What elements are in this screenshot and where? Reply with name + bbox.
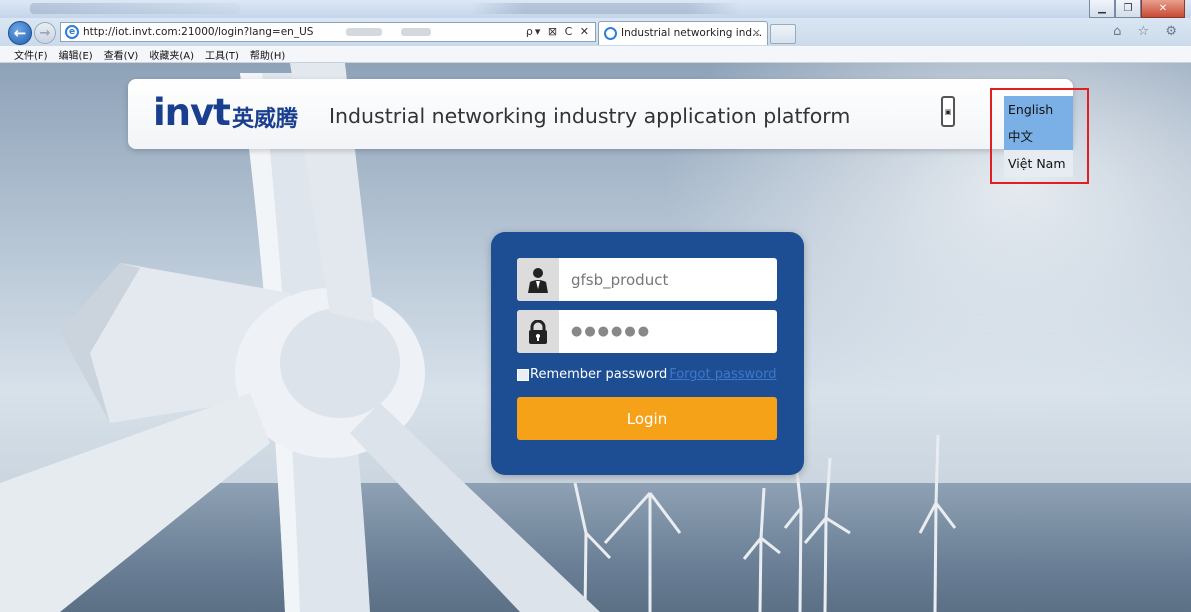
username-value[interactable]: gfsb_product — [571, 271, 668, 289]
header-banner: invt 英威腾 Industrial networking industry … — [128, 79, 1073, 149]
maximize-button[interactable]: ❐ — [1115, 0, 1141, 18]
minimize-button[interactable]: ▁ — [1089, 0, 1115, 18]
redacted-text — [346, 28, 382, 36]
invt-logo-chinese: 英威腾 — [232, 107, 299, 132]
password-field[interactable]: ●●●●●● — [517, 310, 777, 353]
tab-close-icon[interactable]: × — [752, 26, 761, 39]
menu-bar: 文件(F) 编辑(E) 查看(V) 收藏夹(A) 工具(T) 帮助(H) — [0, 46, 1191, 63]
close-window-button[interactable]: ✕ — [1141, 0, 1185, 18]
new-tab-button[interactable] — [770, 24, 796, 44]
remember-checkbox[interactable] — [517, 368, 529, 381]
tab-login[interactable]: Industrial networking ind... × — [598, 21, 768, 45]
login-page: invt 英威腾 Industrial networking industry … — [0, 63, 1191, 612]
menu-tools[interactable]: 工具(T) — [205, 47, 239, 62]
user-icon — [517, 258, 559, 301]
mobile-app-qr-icon[interactable]: ▣ — [941, 96, 955, 127]
forgot-password-link[interactable]: Forgot password — [669, 367, 776, 382]
remember-label[interactable]: Remember password — [530, 367, 667, 382]
ie-page-icon: e — [65, 25, 79, 39]
menu-favorites[interactable]: 收藏夹(A) — [149, 47, 194, 62]
address-tools[interactable]: ρ▾ ⊠ C ✕ — [526, 25, 591, 38]
navigation-bar: ← → e http://iot.invt.com:21000/login?la… — [0, 18, 1191, 46]
address-url[interactable]: http://iot.invt.com:21000/login?lang=en_… — [83, 26, 313, 38]
language-menu: English 中文 Việt Nam — [1004, 96, 1073, 177]
menu-file[interactable]: 文件(F) — [14, 47, 48, 62]
lang-vietnamese[interactable]: Việt Nam — [1004, 150, 1073, 177]
lang-english[interactable]: English — [1004, 96, 1073, 123]
menu-edit[interactable]: 编辑(E) — [59, 47, 93, 62]
window-titlebar: ▁ ❐ ✕ — [0, 0, 1191, 18]
menu-view[interactable]: 查看(V) — [104, 47, 139, 62]
home-favorites-settings-icons[interactable]: ⌂ ☆ ⚙ — [1113, 24, 1183, 39]
back-button[interactable]: ← — [8, 21, 32, 45]
platform-title: Industrial networking industry applicati… — [329, 104, 851, 128]
password-value[interactable]: ●●●●●● — [571, 324, 651, 339]
menu-help[interactable]: 帮助(H) — [250, 47, 285, 62]
forward-button[interactable]: → — [34, 22, 56, 44]
username-field[interactable]: gfsb_product — [517, 258, 777, 301]
tab-title: Industrial networking ind... — [621, 27, 763, 39]
lang-chinese[interactable]: 中文 — [1004, 123, 1073, 150]
login-panel: gfsb_product ●●●●●● Remember password Fo… — [491, 232, 804, 475]
lock-icon — [517, 310, 559, 353]
remember-row: Remember password Forgot password — [517, 367, 776, 382]
invt-logo: invt — [153, 91, 231, 134]
redacted-text — [401, 28, 431, 36]
forward-arrow-icon: → — [39, 25, 51, 41]
address-bar[interactable]: e http://iot.invt.com:21000/login?lang=e… — [60, 22, 596, 42]
window-controls: ▁ ❐ ✕ — [1089, 0, 1185, 18]
ie-tab-icon — [604, 27, 617, 40]
back-arrow-icon: ← — [13, 24, 27, 42]
window-title — [470, 3, 740, 14]
login-button[interactable]: Login — [517, 397, 777, 440]
quick-access-toolbar — [30, 3, 240, 14]
